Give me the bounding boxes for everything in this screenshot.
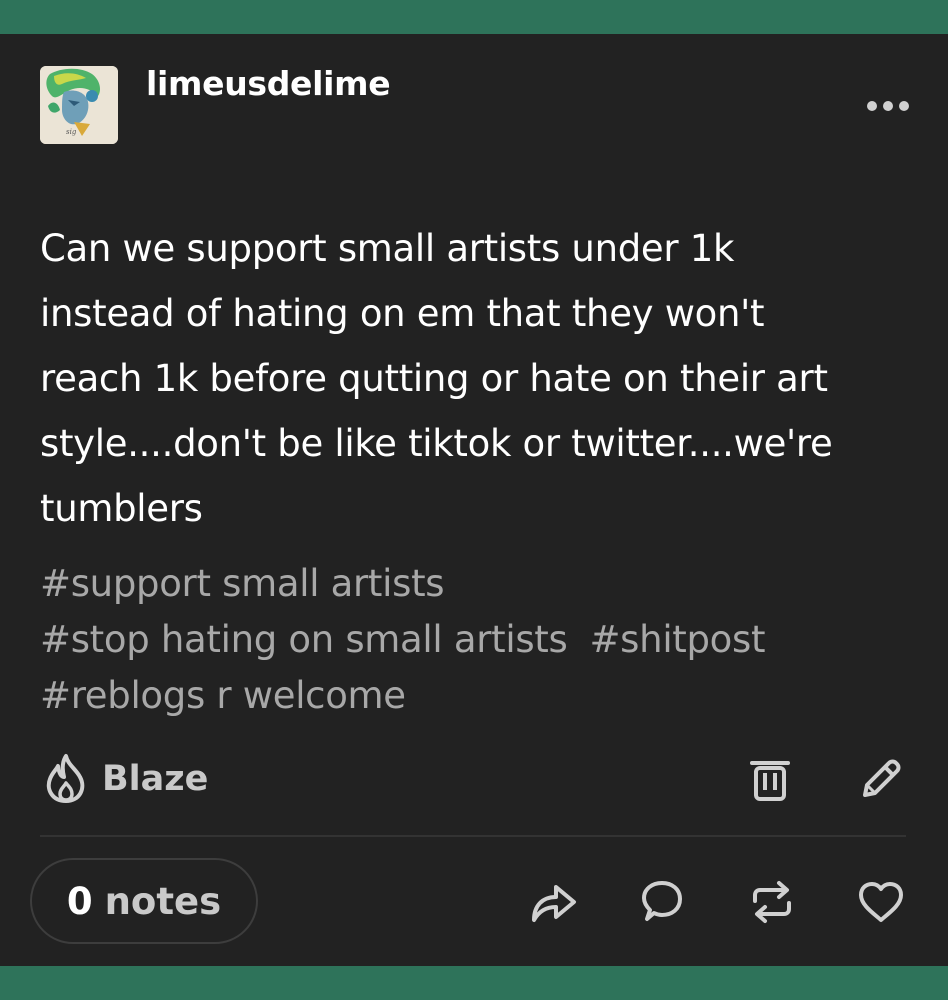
- heart-icon: [859, 882, 903, 922]
- reblog-icon: [753, 881, 791, 923]
- edit-button[interactable]: [854, 754, 906, 806]
- more-options-button[interactable]: [864, 92, 912, 120]
- like-button[interactable]: [852, 876, 910, 928]
- speech-bubble-icon: [642, 881, 682, 921]
- notes-label: notes: [104, 879, 222, 923]
- svg-text:sig: sig: [66, 128, 77, 136]
- tag-list: #support small artists #stop hating on s…: [40, 556, 920, 724]
- flame-icon: [46, 754, 85, 803]
- more-dots-icon: [867, 101, 909, 111]
- post-card: sig limeusdelime Can we support small ar…: [0, 34, 948, 966]
- post-body-line: style....don't be like tiktok or twitter…: [40, 422, 833, 465]
- delete-button[interactable]: [744, 754, 796, 806]
- post-body-line: reach 1k before qutting or hate on their…: [40, 357, 828, 400]
- trash-icon: [750, 761, 790, 801]
- share-arrow-icon: [532, 885, 576, 922]
- avatar[interactable]: sig: [40, 66, 118, 144]
- divider: [40, 835, 906, 837]
- blaze-button[interactable]: Blaze: [42, 749, 208, 809]
- post-body-line: Can we support small artists under 1k: [40, 227, 735, 270]
- post-body-line: instead of hating on em that they won't: [40, 292, 765, 335]
- tag-link[interactable]: #reblogs r welcome: [40, 674, 406, 717]
- username[interactable]: limeusdelime: [146, 64, 391, 103]
- reblog-button[interactable]: [744, 876, 800, 928]
- reply-button[interactable]: [634, 876, 690, 928]
- notes-count: 0: [66, 879, 93, 923]
- notes-button[interactable]: 0 notes: [30, 858, 258, 944]
- pencil-icon: [863, 759, 901, 797]
- post-body: Can we support small artists under 1k in…: [40, 216, 900, 541]
- tag-link[interactable]: #support small artists: [40, 562, 445, 605]
- post-body-line: tumblers: [40, 487, 203, 530]
- tag-link[interactable]: #shitpost: [589, 618, 765, 661]
- tag-link[interactable]: #stop hating on small artists: [40, 618, 568, 661]
- avatar-image: sig: [40, 66, 118, 144]
- blaze-label: Blaze: [102, 759, 209, 799]
- share-button[interactable]: [524, 876, 582, 928]
